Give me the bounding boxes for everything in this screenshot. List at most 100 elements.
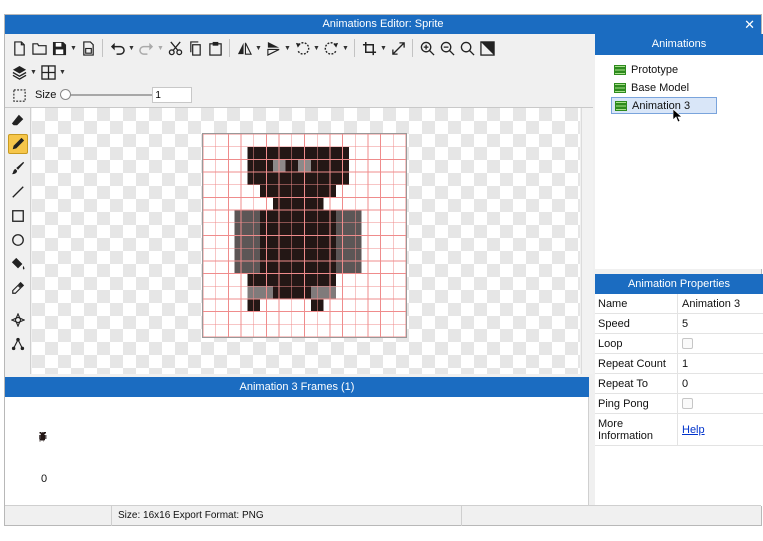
pencil-icon[interactable] (8, 134, 28, 154)
toolbar: ▼ ▼ ▼ ▼ ▼ ▼ ▼ ▼ ▼ ▼ Size 1 (5, 34, 593, 108)
repeat-count-field[interactable]: 1 (678, 354, 763, 373)
help-link[interactable]: Help (682, 424, 705, 436)
flip-horizontal-icon[interactable] (234, 38, 254, 58)
frames-panel: 0 (5, 397, 589, 505)
close-icon[interactable]: ✕ (744, 15, 755, 34)
eraser-icon[interactable] (8, 110, 28, 130)
sprite-pixel-block (41, 432, 42, 433)
film-icon (615, 100, 627, 111)
sprite-pixel-block (41, 439, 44, 441)
frames-panel-header: Animation 3 Frames (1) (5, 377, 589, 397)
sprite-canvas-area[interactable] (32, 108, 580, 374)
animations-list: Prototype Base Model Animation 3 (595, 55, 763, 269)
sprite-pixel-block (272, 197, 324, 211)
size-input[interactable] (152, 87, 193, 103)
open-folder-icon[interactable] (29, 38, 49, 58)
animations-panel-header: Animations (595, 34, 763, 55)
property-row-loop: Loop (595, 334, 763, 354)
selection-icon[interactable] (9, 85, 29, 105)
status-cell-right (461, 506, 761, 526)
property-row-speed: Speed 5 (595, 314, 763, 334)
crop-icon[interactable] (359, 38, 379, 58)
save-icon[interactable] (49, 38, 69, 58)
eyedropper-icon[interactable] (8, 278, 28, 298)
line-icon[interactable] (8, 182, 28, 202)
redo-icon (136, 38, 156, 58)
rotate-left-icon[interactable] (292, 38, 312, 58)
copy-icon[interactable] (185, 38, 205, 58)
undo-icon[interactable] (107, 38, 127, 58)
speed-field[interactable]: 5 (678, 314, 763, 333)
property-label: Speed (595, 314, 678, 333)
fill-bucket-icon[interactable] (8, 254, 28, 274)
sprite-pixel-block (44, 435, 47, 440)
canvas-scrollbar[interactable] (581, 108, 593, 374)
flip-vertical-dropdown-chevron-down-icon[interactable]: ▼ (283, 38, 292, 58)
toolbar-row-main: ▼ ▼ ▼ ▼ ▼ ▼ ▼ ▼ (9, 36, 497, 60)
property-row-name: Name Animation 3 (595, 294, 763, 314)
ping-pong-value (678, 394, 763, 413)
sprite-pixel-grid[interactable] (203, 134, 406, 337)
rectangle-icon[interactable] (8, 206, 28, 226)
toolbar-divider (229, 39, 230, 57)
loop-checkbox[interactable] (682, 338, 693, 349)
cut-icon[interactable] (165, 38, 185, 58)
flip-vertical-icon[interactable] (263, 38, 283, 58)
size-slider[interactable] (60, 88, 153, 102)
sprite-pixel-block (41, 434, 45, 436)
size-slider-thumb[interactable] (60, 89, 72, 100)
properties-panel-header: Animation Properties (595, 274, 763, 294)
animation-item-label: Prototype (631, 63, 679, 76)
property-label: Name (595, 294, 678, 313)
property-row-repeat-to: Repeat To 0 (595, 374, 763, 394)
properties-grid: Name Animation 3 Speed 5 Loop Repeat Cou… (595, 294, 763, 506)
crop-dropdown-chevron-down-icon[interactable]: ▼ (379, 38, 388, 58)
save-as-icon[interactable] (78, 38, 98, 58)
status-cell-empty (5, 506, 111, 526)
toolbar-divider (354, 39, 355, 57)
brush-icon[interactable] (8, 158, 28, 178)
rotate-right-dropdown-chevron-down-icon[interactable]: ▼ (341, 38, 350, 58)
undo-dropdown-chevron-down-icon[interactable]: ▼ (127, 38, 136, 58)
zoom-out-icon[interactable] (437, 38, 457, 58)
name-field[interactable]: Animation 3 (678, 294, 763, 313)
layers-icon[interactable] (9, 62, 29, 82)
animation-item-animation-3[interactable]: Animation 3 (611, 97, 717, 114)
sprite-pixel-block (40, 433, 45, 435)
sprite-pixel-block (39, 439, 42, 441)
paste-icon[interactable] (205, 38, 225, 58)
ping-pong-checkbox[interactable] (682, 398, 693, 409)
grid-icon[interactable] (38, 62, 58, 82)
new-file-icon[interactable] (9, 38, 29, 58)
rotate-left-dropdown-chevron-down-icon[interactable]: ▼ (312, 38, 321, 58)
save-dropdown-chevron-down-icon[interactable]: ▼ (69, 38, 78, 58)
ellipse-icon[interactable] (8, 230, 28, 250)
property-label: Ping Pong (595, 394, 678, 413)
property-row-ping-pong: Ping Pong (595, 394, 763, 414)
repeat-to-field[interactable]: 0 (678, 374, 763, 393)
sprite-pixel-block (43, 440, 45, 442)
flip-dropdown-chevron-down-icon[interactable]: ▼ (254, 38, 263, 58)
zoom-in-icon[interactable] (417, 38, 437, 58)
layers-dropdown-chevron-down-icon[interactable]: ▼ (29, 62, 38, 82)
toolbar-row-layers: ▼ ▼ (9, 60, 67, 84)
animation-item-base-model[interactable]: Base Model (611, 79, 717, 96)
frame-thumbnail[interactable] (38, 431, 47, 443)
pivot-icon[interactable] (8, 334, 28, 354)
zoom-fit-icon[interactable] (457, 38, 477, 58)
rotate-right-icon[interactable] (321, 38, 341, 58)
sprite-pixel-block (39, 439, 45, 440)
toolbar-divider (412, 39, 413, 57)
animation-item-prototype[interactable]: Prototype (611, 61, 717, 78)
grid-dropdown-chevron-down-icon[interactable]: ▼ (58, 62, 67, 82)
status-bar: Size: 16x16 Export Format: PNG (5, 505, 761, 526)
sprite-pixel-block (42, 432, 44, 433)
sprite-pixel-block (310, 286, 337, 299)
fullscreen-icon[interactable] (477, 38, 497, 58)
size-label: Size (35, 89, 57, 101)
property-label: Repeat Count (595, 354, 678, 373)
sprite-pixel-block (247, 286, 273, 299)
sprite-canvas[interactable] (202, 133, 407, 338)
move-icon[interactable] (8, 310, 28, 330)
resize-icon[interactable] (388, 38, 408, 58)
